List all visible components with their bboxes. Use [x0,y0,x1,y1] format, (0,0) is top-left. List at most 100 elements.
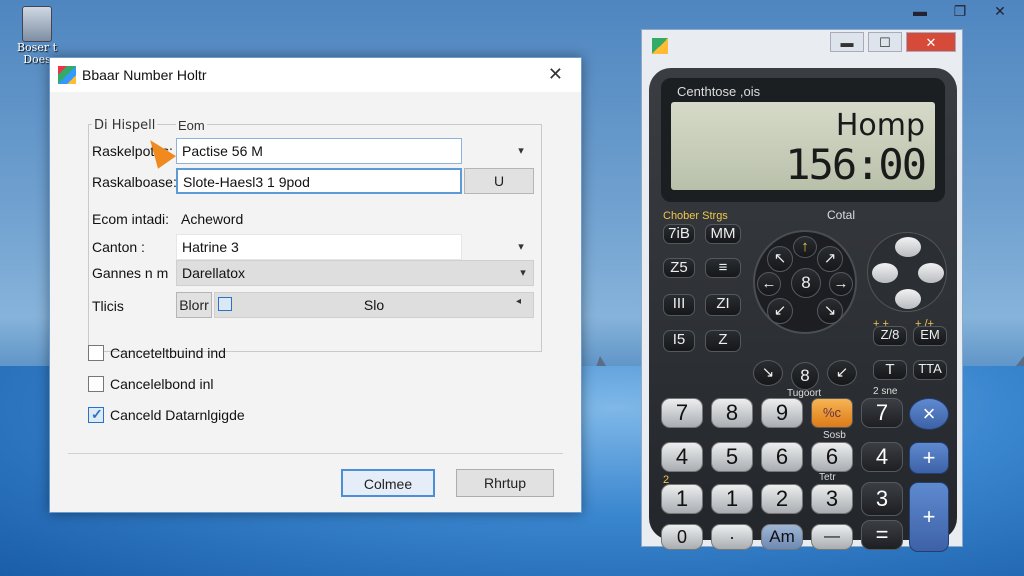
digit-6-button[interactable]: 6 [761,442,803,472]
decimal-button[interactable]: · [711,524,753,550]
static-value: Acheword [181,211,244,227]
slider-field[interactable]: Slo [214,292,534,318]
calc-key[interactable]: 7iB [663,224,695,244]
cancel-button[interactable]: Rhrtup [456,469,554,497]
percent-button[interactable]: %c [811,398,853,428]
ok-button[interactable]: Colmee [341,469,435,497]
slider-value: Slo [363,297,385,313]
checkbox-label: Cancelelbond inl [110,376,214,392]
dialog-titlebar: Bbaar Number Holtr ✕ [50,58,581,92]
text-field[interactable]: Hatrine 3 [176,234,462,260]
checkbox-label: Canceld Datarnlgigde [110,407,245,423]
chevron-down-icon[interactable]: ▾ [512,234,530,260]
digit-2-button[interactable]: 2 [761,484,803,514]
calc-key[interactable]: 7 [861,398,903,428]
dropdown-select[interactable]: Darellatox [176,260,534,286]
calc-key[interactable]: Z/8 [873,326,907,346]
center-key[interactable]: 8 [791,268,821,298]
key-group-label: Chober Strgs [663,210,728,222]
multiply-button[interactable]: × [909,398,949,430]
digit-3-button[interactable]: 3 [861,482,903,516]
calc-key[interactable]: 8 [791,362,819,390]
screen-window-controls: ▬ ❐ ✕ [906,2,1014,20]
arrow-down-left-icon[interactable]: ↙ [767,298,793,324]
calc-key[interactable]: T [873,360,907,380]
slider-end-icon: ◂ [516,296,522,307]
calc-key[interactable]: 4 [861,442,903,472]
digit-0-button[interactable]: 0 [661,524,703,550]
calc-key[interactable]: EM [913,326,947,346]
checkbox-option-3[interactable]: Canceld Datarnlgigde [88,406,245,423]
calc-key[interactable]: Z5 [663,258,695,278]
checkbox-label: Canceteltbuind ind [110,345,226,361]
calc-key[interactable]: I5 [663,330,695,352]
calc-key[interactable]: ↘ [753,360,783,386]
browse-button[interactable]: U [464,168,534,194]
calc-key[interactable]: ↙ [827,360,857,386]
digit-1-button[interactable]: 1 [661,484,703,514]
digit-4-button[interactable]: 4 [661,442,703,472]
minus-button[interactable]: — [811,524,853,550]
restore-icon[interactable]: ❐ [946,2,974,20]
arrow-up-right-icon[interactable]: ↗ [817,246,843,272]
display-line-1: Homp [835,108,925,143]
close-icon[interactable]: ✕ [986,2,1014,20]
direction-pad[interactable] [867,232,947,312]
key-label: Sosb [823,430,846,441]
calc-key[interactable]: ≡ [705,258,741,278]
digit-6-button[interactable]: 6 [811,442,853,472]
group-legend-secondary: Eom [176,118,207,133]
minimize-icon[interactable]: ▬ [906,2,934,20]
calc-key[interactable]: ZI [705,294,741,316]
digit-8-button[interactable]: 8 [711,398,753,428]
text-field[interactable]: Pactise 56 M [176,138,462,164]
dpad-up-icon[interactable] [895,237,921,257]
checkbox-checked-icon[interactable] [88,406,104,423]
arrow-up-icon[interactable]: ↑ [793,236,817,258]
digit-3-button[interactable]: 3 [811,484,853,514]
plus-button[interactable]: + [909,442,949,474]
slider-thumb-icon[interactable] [218,297,232,311]
dpad-right-icon[interactable] [918,263,944,283]
arrow-up-left-icon[interactable]: ↖ [767,246,793,272]
calculator-app-icon [652,38,668,54]
dpad-down-icon[interactable] [895,289,921,309]
calc-key[interactable]: Z [705,330,741,352]
field-label: Canton : [92,239,145,255]
chevron-down-icon[interactable]: ▾ [512,138,530,164]
text-field-active[interactable]: Slote-Haesl3 1 9pod [176,168,462,194]
calc-key[interactable]: III [663,294,695,316]
computer-icon [22,6,52,42]
field-label: Ecom intadi: [92,211,170,227]
digit-7-button[interactable]: 7 [661,398,703,428]
arrow-left-icon[interactable]: ← [757,272,781,296]
checkbox-icon[interactable] [88,376,104,392]
arrow-down-right-icon[interactable]: ↘ [817,298,843,324]
minimize-icon[interactable]: ▬ [830,32,864,52]
close-icon[interactable]: ✕ [906,32,956,52]
calc-key[interactable]: TTA [913,360,947,380]
calc-key[interactable]: MM [705,224,741,244]
maximize-icon[interactable]: ☐ [868,32,902,52]
digit-1-button[interactable]: 1 [711,484,753,514]
divider [68,453,563,454]
digit-9-button[interactable]: 9 [761,398,803,428]
navigation-dial[interactable]: ↖ ↗ ← → 8 ↑ ↙ ↘ [753,230,857,334]
am-button[interactable]: Am [761,524,803,550]
calculator-titlebar: ▬ ☐ ✕ [642,30,962,60]
checkbox-icon[interactable] [88,345,104,361]
equals-button[interactable]: = [861,520,903,550]
arrow-right-icon[interactable]: → [829,272,853,296]
plus-button[interactable]: + [909,482,949,552]
digit-5-button[interactable]: 5 [711,442,753,472]
display-header: Centhtose ,ois [677,84,761,99]
close-icon[interactable]: ✕ [548,64,563,85]
dialog-title: Bbaar Number Holtr [82,67,207,83]
checkbox-option-1[interactable]: Canceteltbuind ind [88,345,226,361]
option-button[interactable]: Blorr [176,292,212,318]
calculator-window: ▬ ☐ ✕ Centhtose ,ois Homp 156:00 Chober … [641,29,963,552]
display-line-2: 156:00 [785,140,927,189]
chevron-down-icon: ▾ [520,267,526,279]
dpad-left-icon[interactable] [872,263,898,283]
checkbox-option-2[interactable]: Cancelelbond inl [88,376,214,392]
